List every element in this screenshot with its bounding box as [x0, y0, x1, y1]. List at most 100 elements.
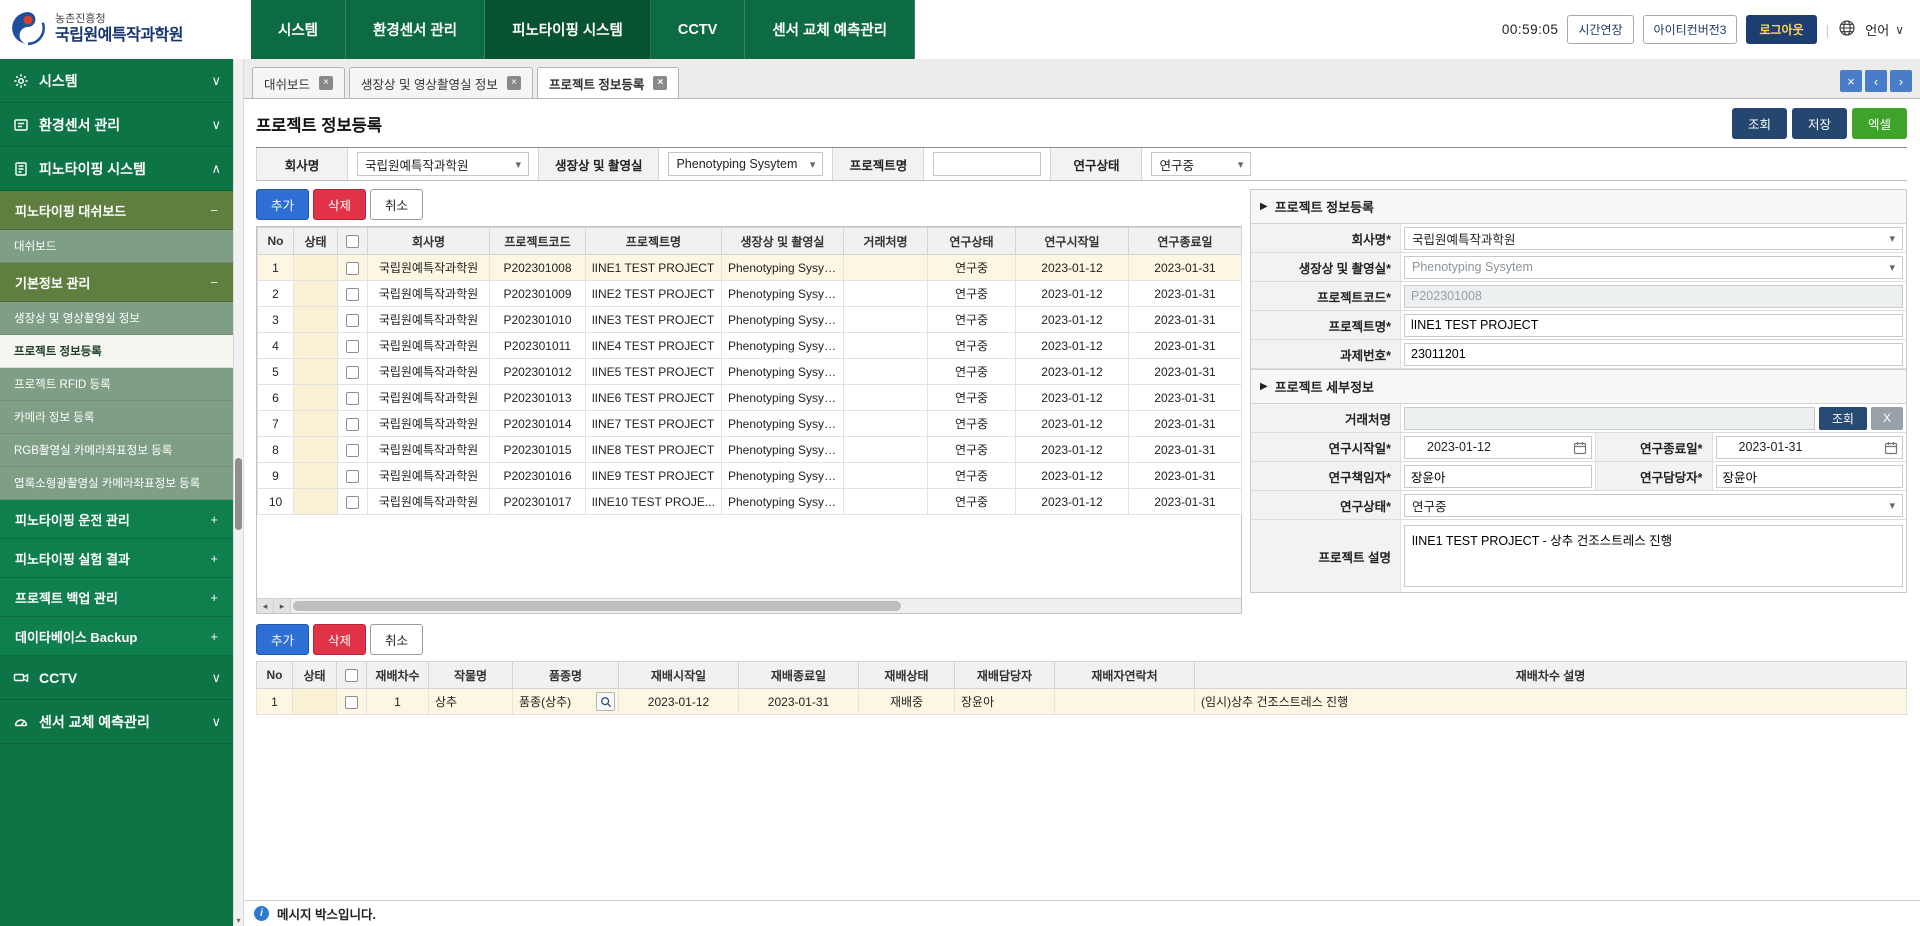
research-leader-input[interactable]: [1404, 465, 1592, 488]
cultivation-table-row[interactable]: 1 1 상추 품종(상추) 2023-01-12: [257, 689, 1907, 715]
sidebar-item-system[interactable]: 시스템 ∨: [0, 59, 233, 103]
delete-button[interactable]: 삭제: [313, 624, 366, 655]
sidebar-item-camera-info[interactable]: 카메라 정보 등록: [0, 401, 233, 434]
sidebar-item-env-sensor[interactable]: 환경센서 관리 ∨: [0, 103, 233, 147]
cancel-button[interactable]: 취소: [370, 624, 423, 655]
logo[interactable]: 농촌진흥청 국립원예특작과학원: [0, 0, 251, 59]
project-table-row[interactable]: 9 국립원예특작과학원 P202301016 lINE9 TEST PROJEC…: [258, 463, 1242, 489]
sidebar-item-dashboard[interactable]: 대쉬보드: [0, 230, 233, 263]
row-checkbox[interactable]: [346, 418, 359, 431]
nav-item-env-sensor[interactable]: 환경센서 관리: [346, 0, 485, 59]
cell-checkbox[interactable]: [338, 489, 368, 515]
scroll-left-button[interactable]: ◂: [257, 599, 274, 613]
nav-item-sensor-replace[interactable]: 센서 교체 예측관리: [745, 0, 915, 59]
select-all-checkbox[interactable]: [346, 235, 359, 248]
cancel-button[interactable]: 취소: [370, 189, 423, 220]
cell-checkbox[interactable]: [338, 307, 368, 333]
project-table-row[interactable]: 1 국립원예특작과학원 P202301008 lINE1 TEST PROJEC…: [258, 255, 1242, 281]
row-checkbox[interactable]: [346, 470, 359, 483]
sidebar-item-chamber-info[interactable]: 생장상 및 영상촬영실 정보: [0, 302, 233, 335]
language-selector[interactable]: 언어 ∨: [1865, 20, 1904, 39]
project-table-row[interactable]: 4 국립원예특작과학원 P202301011 lINE4 TEST PROJEC…: [258, 333, 1242, 359]
end-date-input[interactable]: 2023-01-31: [1716, 436, 1904, 459]
filter-status-select[interactable]: 연구중 ▾: [1151, 152, 1251, 176]
start-date-input[interactable]: 2023-01-12: [1404, 436, 1592, 459]
delete-button[interactable]: 삭제: [313, 189, 366, 220]
sidebar-group-experiment-result[interactable]: 피노타이핑 실험 결과 +: [0, 539, 233, 578]
select-all-checkbox[interactable]: [345, 669, 358, 682]
search-icon[interactable]: [596, 692, 615, 711]
search-button[interactable]: 조회: [1732, 108, 1787, 139]
cell-checkbox[interactable]: [338, 411, 368, 437]
sidebar-item-rgb-coord[interactable]: RGB촬영실 카메라좌표정보 등록: [0, 434, 233, 467]
sidebar-item-project-rfid[interactable]: 프로젝트 RFID 등록: [0, 368, 233, 401]
row-checkbox[interactable]: [345, 696, 358, 709]
sidebar-item-phenotyping[interactable]: 피노타이핑 시스템 ∧: [0, 147, 233, 191]
sidebar-item-cctv[interactable]: CCTV ∨: [0, 656, 233, 700]
col-select-all[interactable]: [338, 228, 368, 255]
sidebar-item-sensor-replace[interactable]: 센서 교체 예측관리 ∨: [0, 700, 233, 744]
calendar-icon[interactable]: [1884, 441, 1898, 458]
nav-item-phenotyping[interactable]: 피노타이핑 시스템: [485, 0, 651, 59]
cell-checkbox[interactable]: [338, 437, 368, 463]
row-checkbox[interactable]: [346, 262, 359, 275]
tab-chamber-info[interactable]: 생장상 및 영상촬영실 정보 ×: [349, 67, 533, 98]
close-icon[interactable]: ×: [653, 76, 667, 90]
sidebar-group-basic-info[interactable]: 기본정보 관리 −: [0, 263, 233, 302]
account-button[interactable]: 아이티컨버전3: [1643, 15, 1738, 44]
extend-time-button[interactable]: 시간연장: [1567, 15, 1633, 44]
project-table-row[interactable]: 2 국립원예특작과학원 P202301009 lINE2 TEST PROJEC…: [258, 281, 1242, 307]
chamber-select[interactable]: Phenotyping Sysytem ▾: [1404, 256, 1903, 279]
sidebar-group-db-backup[interactable]: 데이타베이스 Backup +: [0, 617, 233, 656]
company-select[interactable]: 국립원예특작과학원 ▾: [1404, 227, 1903, 250]
logout-button[interactable]: 로그아웃: [1746, 15, 1816, 44]
scroll-down-arrow-icon[interactable]: ▾: [234, 916, 243, 925]
close-icon[interactable]: ×: [507, 76, 521, 90]
sidebar-group-pheno-dashboard[interactable]: 피노타이핑 대쉬보드 −: [0, 191, 233, 230]
row-checkbox[interactable]: [346, 340, 359, 353]
project-table-row[interactable]: 10 국립원예특작과학원 P202301017 lINE10 TEST PROJ…: [258, 489, 1242, 515]
row-checkbox[interactable]: [346, 314, 359, 327]
nav-item-system[interactable]: 시스템: [251, 0, 346, 59]
cell-checkbox[interactable]: [338, 255, 368, 281]
excel-button[interactable]: 엑셀: [1852, 108, 1907, 139]
nav-item-cctv[interactable]: CCTV: [651, 0, 745, 59]
filter-chamber-select[interactable]: Phenotyping Sysytem ▾: [668, 152, 823, 176]
horizontal-scrollbar[interactable]: ◂ ▸: [257, 598, 1241, 613]
research-manager-input[interactable]: [1716, 465, 1904, 488]
filter-project-input[interactable]: [933, 152, 1041, 176]
cell-checkbox[interactable]: [338, 333, 368, 359]
scrollbar-track[interactable]: [291, 599, 1241, 613]
project-table-row[interactable]: 7 국립원예특작과학원 P202301014 lINE7 TEST PROJEC…: [258, 411, 1242, 437]
cell-checkbox[interactable]: [338, 463, 368, 489]
sidebar-group-project-backup[interactable]: 프로젝트 백업 관리 +: [0, 578, 233, 617]
cell-checkbox[interactable]: [338, 385, 368, 411]
close-all-tabs-button[interactable]: ×: [1840, 70, 1862, 92]
project-desc-textarea[interactable]: lINE1 TEST PROJECT - 상추 건조스트레스 진행: [1404, 525, 1903, 587]
client-search-button[interactable]: 조회: [1819, 407, 1867, 430]
close-icon[interactable]: ×: [319, 76, 333, 90]
tab-scroll-right-button[interactable]: ›: [1890, 70, 1912, 92]
project-table-row[interactable]: 3 국립원예특작과학원 P202301010 lINE3 TEST PROJEC…: [258, 307, 1242, 333]
add-button[interactable]: 추가: [256, 624, 309, 655]
row-checkbox[interactable]: [346, 496, 359, 509]
cell-checkbox[interactable]: [338, 281, 368, 307]
row-checkbox[interactable]: [346, 366, 359, 379]
task-number-input[interactable]: [1404, 343, 1903, 366]
research-status-select[interactable]: 연구중 ▾: [1404, 494, 1903, 517]
cell-checkbox[interactable]: [338, 359, 368, 385]
row-checkbox[interactable]: [346, 392, 359, 405]
tab-project-register[interactable]: 프로젝트 정보등록 ×: [537, 67, 679, 98]
scrollbar-thumb[interactable]: [293, 601, 901, 611]
project-table-row[interactable]: 5 국립원예특작과학원 P202301012 lINE5 TEST PROJEC…: [258, 359, 1242, 385]
sidebar-item-chlorophyll-coord[interactable]: 엽록소형광촬영실 카메라좌표정보 등록: [0, 467, 233, 500]
tab-scroll-left-button[interactable]: ‹: [1865, 70, 1887, 92]
sidebar-group-operation[interactable]: 피노타이핑 운전 관리 +: [0, 500, 233, 539]
filter-company-select[interactable]: 국립원예특작과학원 ▾: [357, 152, 529, 176]
scroll-right-button[interactable]: ▸: [274, 599, 291, 613]
row-checkbox[interactable]: [346, 288, 359, 301]
col-select-all[interactable]: [337, 662, 367, 689]
add-button[interactable]: 추가: [256, 189, 309, 220]
project-table-row[interactable]: 6 국립원예특작과학원 P202301013 lINE6 TEST PROJEC…: [258, 385, 1242, 411]
project-name-input[interactable]: [1404, 314, 1903, 337]
